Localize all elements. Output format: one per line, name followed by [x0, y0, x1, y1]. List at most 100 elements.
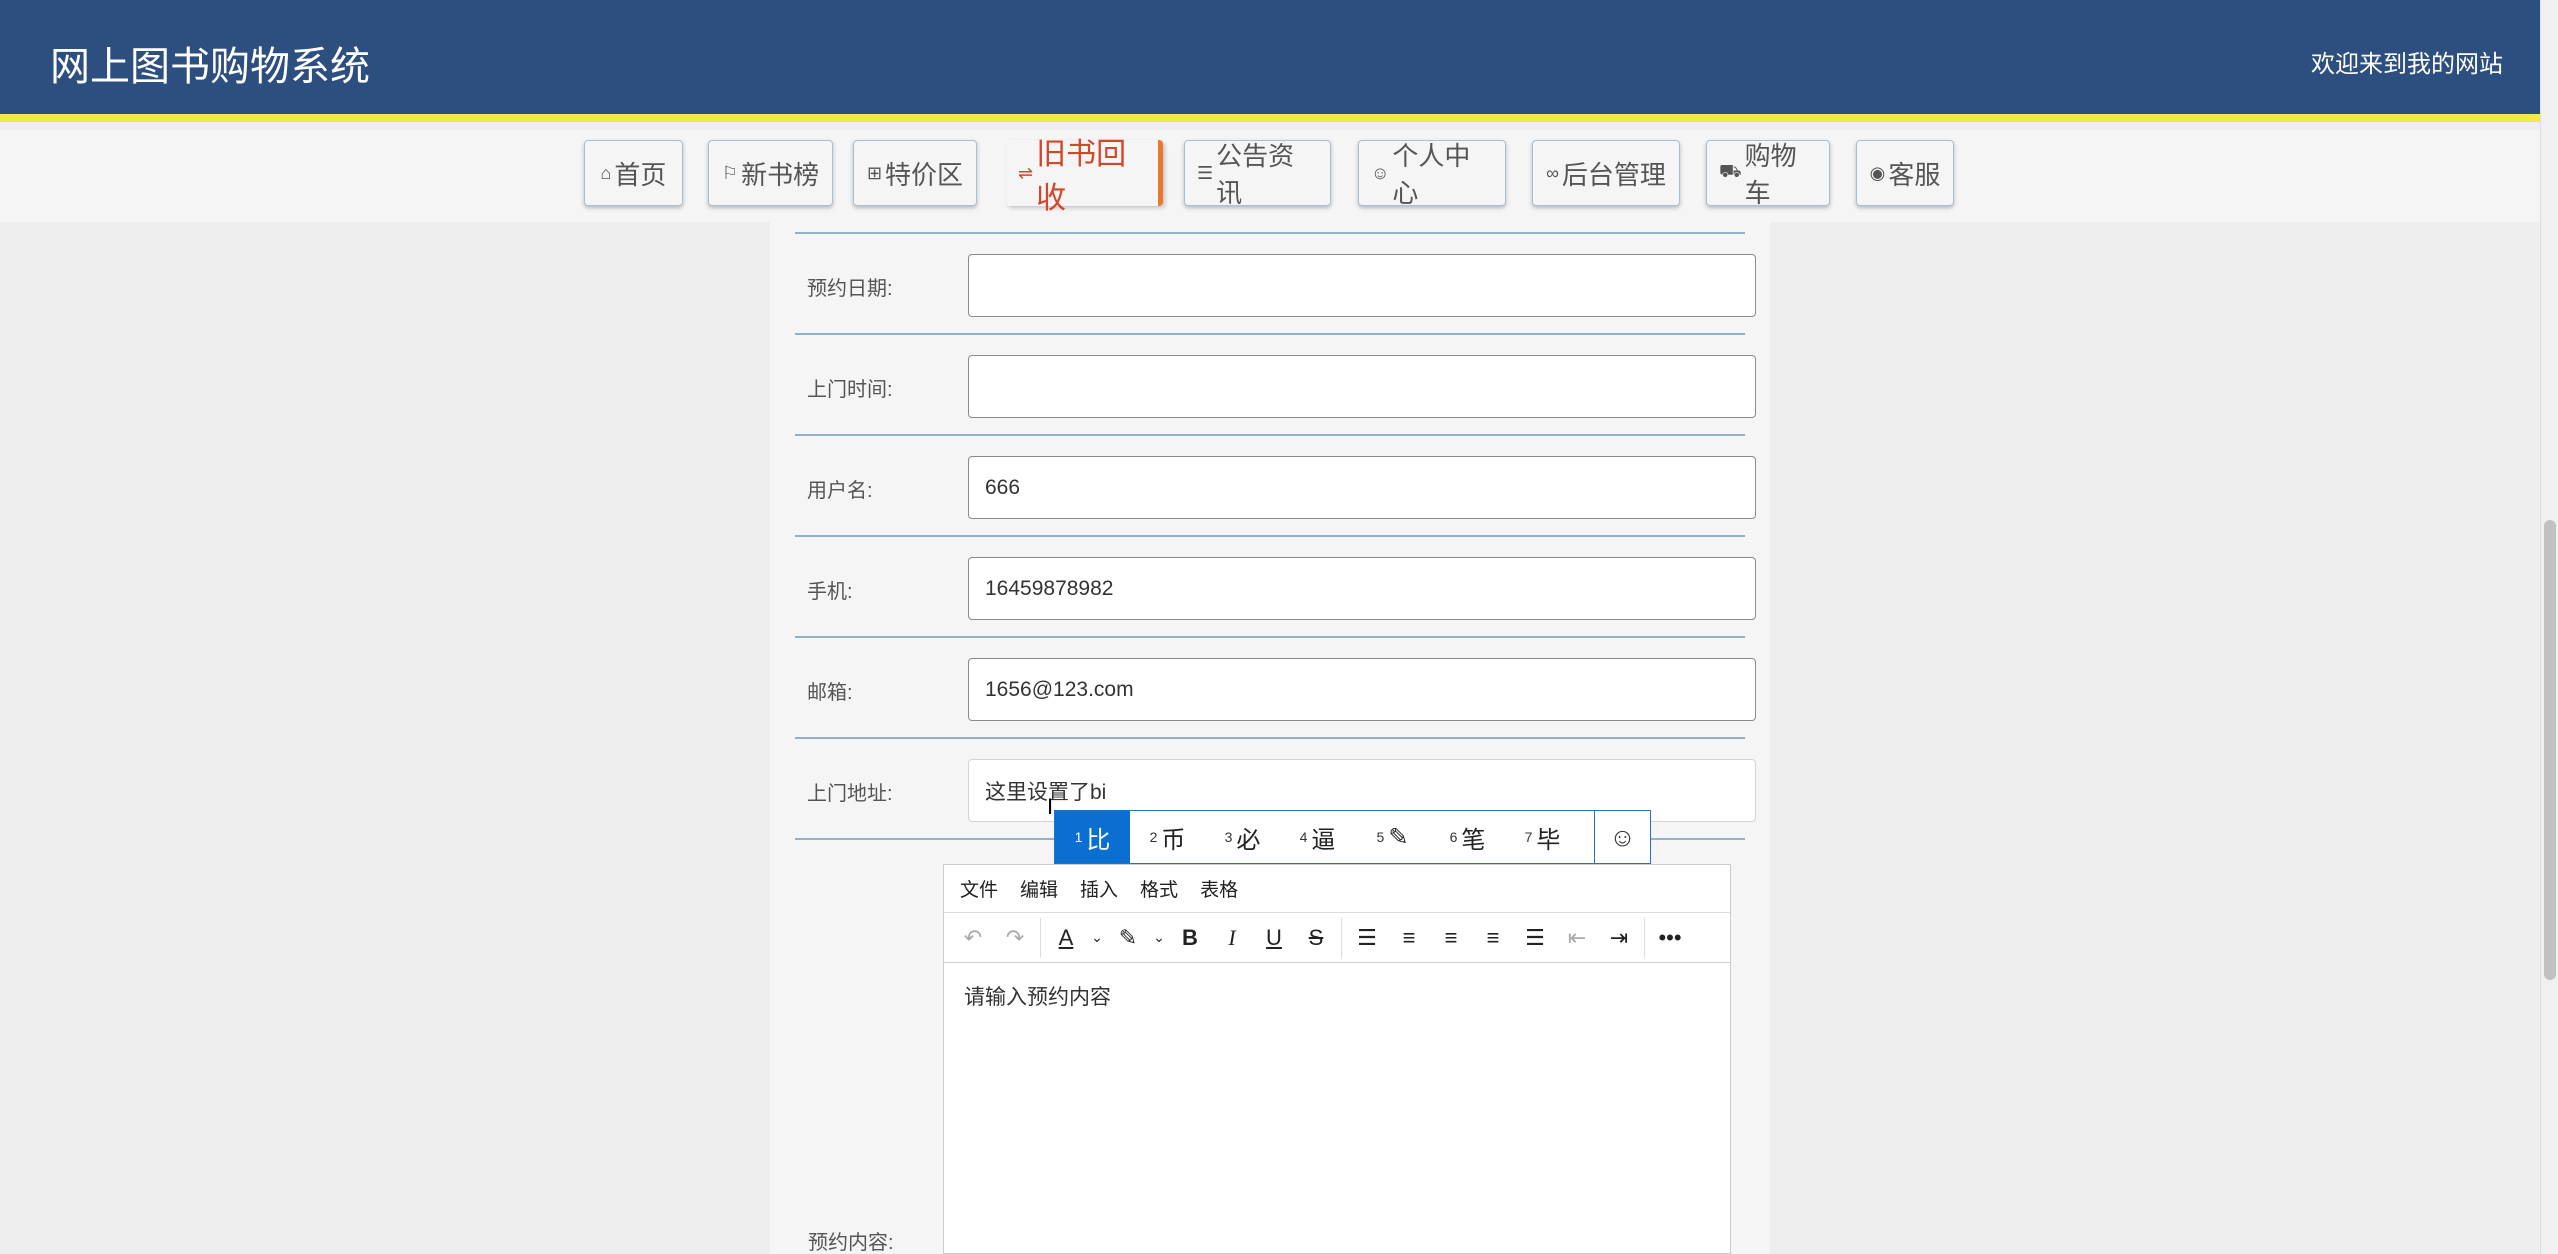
time-label: 上门时间:	[807, 379, 893, 401]
phone-label: 手机:	[807, 581, 853, 603]
nav-personal-center[interactable]: ☺ 个人中心	[1358, 140, 1506, 208]
phone-input[interactable]: 16459878982	[968, 557, 1756, 620]
form-row-time: 上门时间:	[795, 335, 1756, 436]
rich-text-editor: 文件 编辑 插入 格式 表格 ↶ ↷ A ⌄ ✎ ⌄ B I U S ☰ ≡ ≡…	[943, 864, 1731, 1254]
user-icon: ☺	[1371, 162, 1390, 183]
nav-specials[interactable]: ⊞ 特价区	[853, 140, 977, 206]
ime-candidate-2-text: 币	[1161, 826, 1186, 854]
nav-customer-service-label: 客服	[1888, 159, 1941, 190]
menu-table[interactable]: 表格	[1200, 875, 1238, 902]
nav-admin[interactable]: ∞ 后台管理	[1532, 140, 1680, 206]
nav-new-books-label: 新书榜	[741, 159, 820, 190]
nav-customer-service[interactable]: ◉ 客服	[1856, 140, 1954, 206]
flag-icon: ⚐	[721, 162, 739, 183]
time-input[interactable]	[968, 355, 1756, 418]
align-center-icon[interactable]: ≡	[1430, 918, 1472, 958]
ime-candidate-1-text: 比	[1086, 826, 1111, 854]
indent-icon[interactable]: ⇥	[1598, 918, 1640, 958]
align-justify-icon[interactable]: ☰	[1514, 918, 1556, 958]
home-icon: ⌂	[600, 162, 612, 183]
emoji-icon[interactable]: ☺	[1594, 811, 1650, 863]
ime-candidate-6-number: 6	[1449, 829, 1458, 845]
nav-book-recycle-label: 旧书回收	[1036, 138, 1127, 215]
editor-toolbar: ↶ ↷ A ⌄ ✎ ⌄ B I U S ☰ ≡ ≡ ≡ ☰ ⇤ ⇥ •••	[944, 913, 1730, 963]
ime-candidate-5[interactable]: 5 ✎	[1355, 811, 1430, 863]
outdent-icon[interactable]: ⇤	[1556, 918, 1598, 958]
ime-candidate-3-number: 3	[1224, 829, 1233, 845]
menu-file[interactable]: 文件	[960, 875, 998, 902]
ime-candidate-bar: 1比 2币 3必 4逼 5 ✎ 6笔 7毕 ☺	[1054, 810, 1651, 864]
nav-cart[interactable]: ⛟ 购物车	[1706, 140, 1830, 208]
site-header: 网上图书购物系统 欢迎来到我的网站	[0, 0, 2540, 122]
email-input[interactable]: 1656@123.com	[968, 658, 1756, 721]
editor-menubar: 文件 编辑 插入 格式 表格	[944, 865, 1730, 913]
ime-candidate-3[interactable]: 3必	[1205, 811, 1280, 863]
form-row-top-divider	[795, 222, 1745, 234]
sliders-icon: ⇌	[1018, 162, 1034, 183]
toolbar-divider	[1341, 917, 1342, 958]
nav-personal-center-label: 个人中心	[1392, 141, 1471, 208]
form-row-email: 邮箱: 1656@123.com	[795, 638, 1756, 739]
cart-icon: ⛟	[1719, 161, 1742, 181]
editor-content[interactable]: 请输入预约内容	[944, 963, 1730, 1029]
more-icon[interactable]: •••	[1649, 918, 1691, 958]
date-label: 预约日期:	[807, 278, 893, 300]
undo-icon[interactable]: ↶	[952, 918, 994, 958]
username-label: 用户名:	[807, 480, 873, 502]
layers-icon: ☰	[1197, 162, 1214, 183]
nav-new-books[interactable]: ⚐ 新书榜	[708, 140, 833, 206]
nav-cart-label: 购物车	[1744, 141, 1797, 208]
nav-specials-label: 特价区	[885, 159, 964, 190]
highlight-icon[interactable]: ✎	[1107, 918, 1149, 958]
form-row-username: 用户名: 666	[795, 436, 1756, 537]
ime-candidate-1[interactable]: 1比	[1055, 811, 1130, 863]
nav-announcements[interactable]: ☰ 公告资讯	[1184, 140, 1331, 208]
ime-candidate-7-number: 7	[1524, 829, 1533, 845]
ime-candidate-3-text: 必	[1236, 826, 1261, 854]
ime-candidate-7-text: 毕	[1536, 826, 1561, 854]
menu-edit[interactable]: 编辑	[1020, 875, 1058, 902]
menu-insert[interactable]: 插入	[1080, 875, 1118, 902]
site-title: 网上图书购物系统	[50, 45, 370, 89]
nav-admin-label: 后台管理	[1561, 159, 1666, 190]
form-row-date: 预约日期:	[795, 234, 1756, 335]
chevron-down-icon[interactable]: ⌄	[1149, 918, 1169, 958]
ime-candidate-7[interactable]: 7毕	[1505, 811, 1580, 863]
address-label: 上门地址:	[807, 783, 893, 805]
text-color-icon[interactable]: A	[1045, 918, 1087, 958]
nav-bar: ⌂ 首页 ⚐ 新书榜 ⊞ 特价区 ⇌ 旧书回收 ☰ 公告资讯 ☺ 个人中心 ∞ 后台管理 ⛟ 购…	[0, 130, 2540, 222]
nav-book-recycle[interactable]: ⇌ 旧书回收	[1006, 138, 1163, 215]
line-height-icon[interactable]: ☰	[1346, 918, 1388, 958]
email-label: 邮箱:	[807, 682, 853, 704]
ime-candidate-6-text: 笔	[1461, 826, 1486, 854]
date-input[interactable]	[968, 254, 1756, 317]
ime-candidate-6[interactable]: 6笔	[1430, 811, 1505, 863]
scrollbar-thumb[interactable]	[2544, 520, 2556, 980]
ime-candidate-5-number: 5	[1376, 829, 1385, 845]
ime-candidate-4-text: 逼	[1311, 826, 1336, 854]
nav-home-label: 首页	[614, 159, 667, 190]
ime-candidate-2[interactable]: 2币	[1130, 811, 1205, 863]
text-cursor-icon: I	[1047, 794, 1054, 819]
pencil-icon: ✎	[1388, 823, 1409, 851]
strikethrough-icon[interactable]: S	[1295, 918, 1337, 958]
italic-icon[interactable]: I	[1211, 918, 1253, 958]
nav-home[interactable]: ⌂ 首页	[584, 140, 683, 206]
ime-candidate-4[interactable]: 4逼	[1280, 811, 1355, 863]
align-right-icon[interactable]: ≡	[1472, 918, 1514, 958]
welcome-text: 欢迎来到我的网站	[2311, 51, 2503, 78]
content-label: 预约内容:	[808, 1232, 894, 1254]
ime-candidate-2-number: 2	[1149, 829, 1158, 845]
toolbar-divider	[1040, 917, 1041, 958]
ime-candidate-1-number: 1	[1074, 829, 1083, 845]
align-left-icon[interactable]: ≡	[1388, 918, 1430, 958]
page-scrollbar[interactable]	[2540, 0, 2558, 1254]
menu-format[interactable]: 格式	[1140, 875, 1178, 902]
bold-icon[interactable]: B	[1169, 918, 1211, 958]
redo-icon[interactable]: ↷	[994, 918, 1036, 958]
username-input[interactable]: 666	[968, 456, 1756, 519]
underline-icon[interactable]: U	[1253, 918, 1295, 958]
grid-icon: ⊞	[866, 162, 883, 183]
chevron-down-icon[interactable]: ⌄	[1087, 918, 1107, 958]
link-icon: ∞	[1546, 162, 1559, 183]
